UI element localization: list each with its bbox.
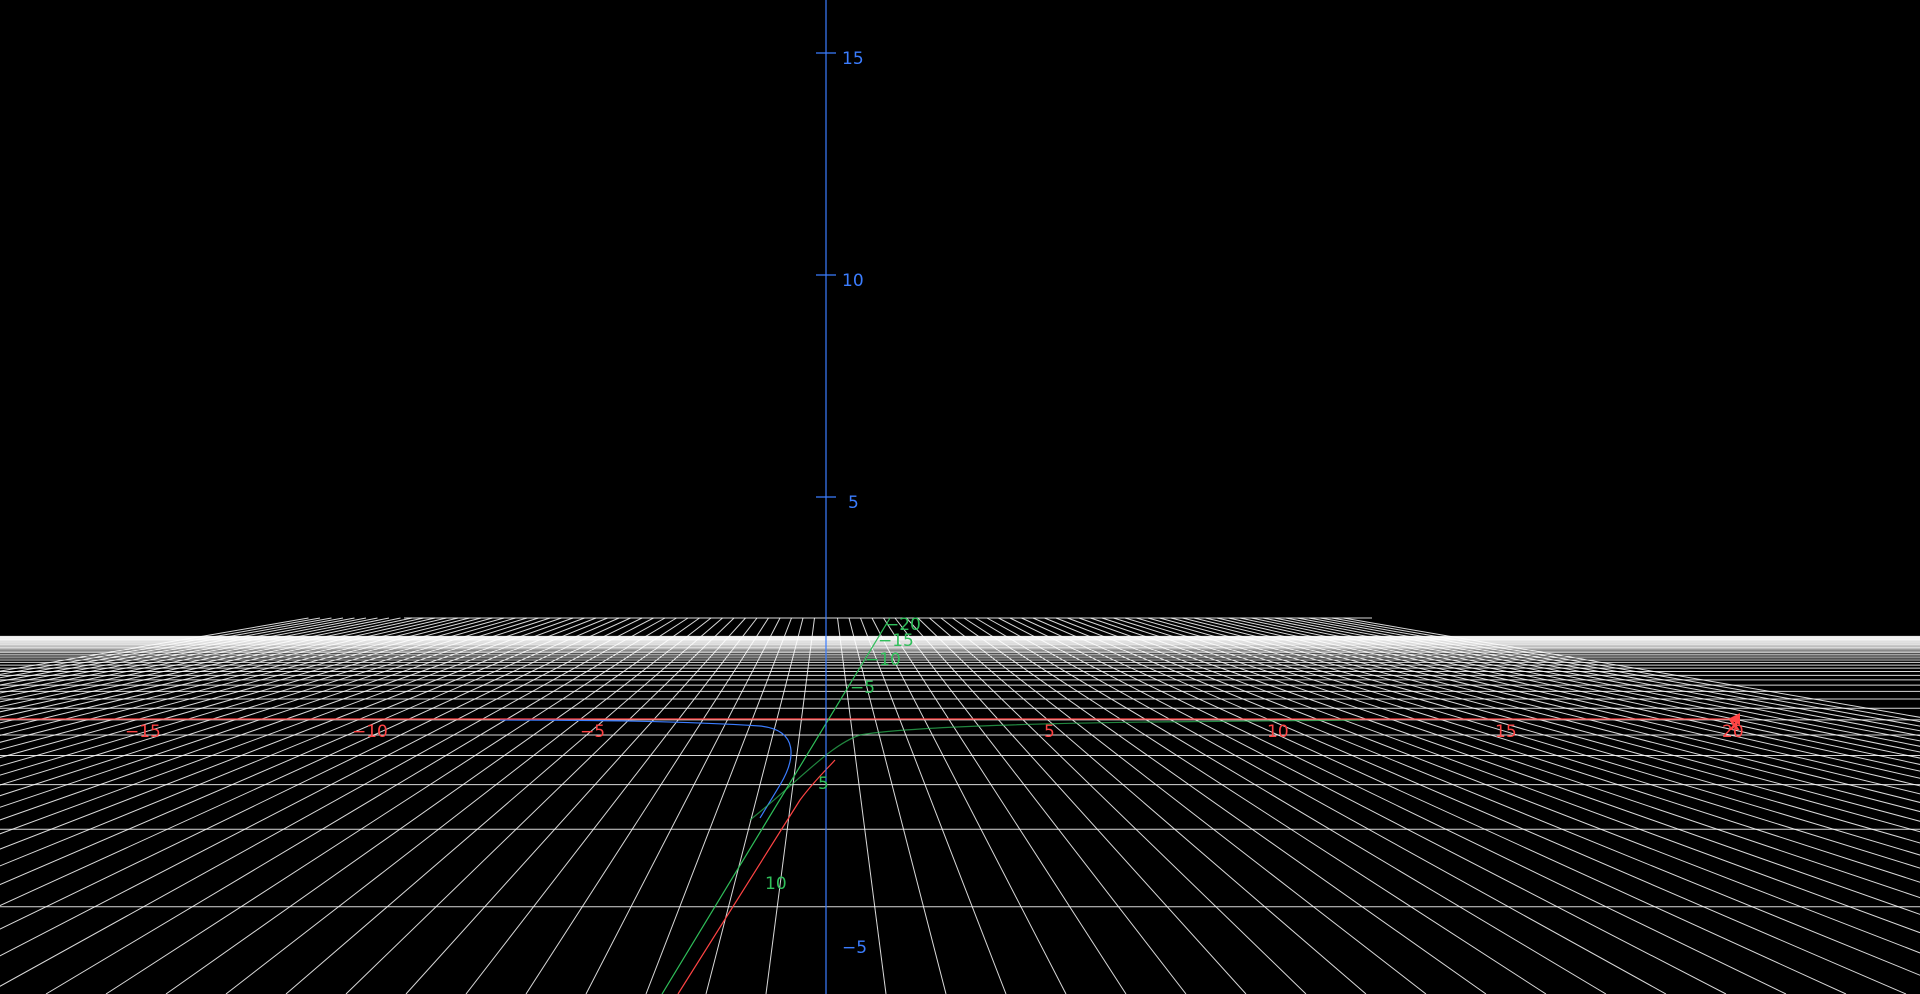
grid-line-depth [1182,617,1920,803]
y-tick-label: −15 [878,631,914,651]
grid-line-depth [1113,617,1920,869]
grid-line-depth [0,617,654,957]
grid-line-depth [1320,617,1920,727]
grid-line-depth [1078,617,1920,915]
y-tick-label: −5 [850,678,875,698]
grid-line-depth [1331,617,1920,723]
grid-line-depth [0,617,344,682]
x-tick-label: 10 [1267,722,1289,742]
x-tick-label: −15 [125,722,161,742]
grid-line-depth [1239,617,1920,765]
x-tick-label: 5 [1044,722,1055,742]
grid-line-depth [0,617,666,987]
y-tick-label: −10 [865,650,901,670]
z-tick-label: 10 [842,271,864,291]
grid-line-depth [405,617,746,994]
grid-line-depth [705,617,804,994]
y-tick-label: 10 [765,874,787,894]
grid-line-depth [1136,617,1920,844]
grid-line-depth [0,617,539,786]
grid-line-depth [0,617,459,730]
grid-line-depth [0,617,551,797]
grid-line-depth [585,617,781,994]
grid-line-depth [860,617,1007,994]
x-tick-label: 15 [1495,722,1517,742]
grid-line-depth [645,617,792,994]
grid-line-depth [986,617,1667,994]
grid-line-depth [345,617,735,994]
grid-line-depth [45,617,677,994]
grid-line-depth [0,617,424,713]
grid-line-depth [1021,617,1847,994]
grid-line-depth [1285,617,1920,742]
z-tick-label: 15 [842,49,864,69]
grid-line-depth [0,617,608,867]
grid-line-depth [871,617,1067,994]
grid-line-depth [894,617,1187,994]
grid-line-depth [1032,617,1907,994]
grid-line-depth [0,617,321,675]
grid-line-depth [906,617,1247,994]
curve-red [677,759,836,994]
grid-line-depth [929,617,1367,994]
grid-line-depth [105,617,689,994]
grid-line-depth [765,617,815,994]
grid-line-depth [285,617,723,994]
grid-line-depth [975,617,1607,994]
z-tick-label: 5 [848,493,859,513]
grid-line-depth [1216,617,1920,779]
grid-line-depth [1147,617,1920,833]
grid-line-depth [917,617,1307,994]
y-tick-label: 5 [818,774,829,794]
grid-line-depth [0,617,401,703]
3d-plot-viewport[interactable]: −15 −10 −5 5 10 15 20 x −20 −15 −10 −5 5… [0,0,1920,994]
ground-grid [0,617,1920,994]
z-tick-label: −5 [842,938,867,958]
grid-line-depth [0,617,482,743]
grid-line-depth [0,617,470,736]
x-tick-label: −10 [352,722,388,742]
grid-line-depth [963,617,1547,994]
grid-line-depth [1170,617,1920,813]
x-tick-label: −5 [580,722,605,742]
